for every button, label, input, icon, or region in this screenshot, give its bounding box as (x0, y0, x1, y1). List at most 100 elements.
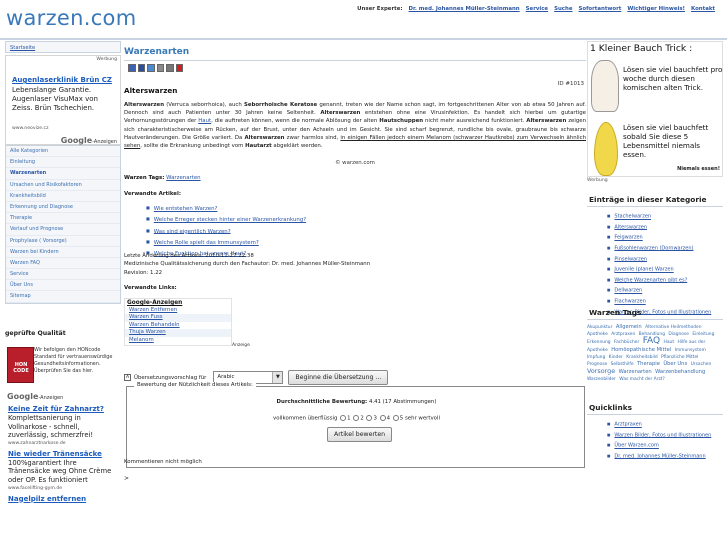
site-logo[interactable]: warzen.com (6, 6, 136, 30)
delicious-icon[interactable] (128, 64, 136, 72)
pdf-icon[interactable] (175, 64, 183, 72)
startseite-label[interactable]: Startseite (10, 45, 35, 51)
rating-radio[interactable] (379, 415, 386, 421)
tag-link[interactable]: Ursachen (691, 362, 712, 367)
sidebar-item[interactable]: Service (6, 269, 120, 281)
tag-link[interactable]: FAQ (643, 336, 660, 346)
ad-url[interactable]: www.facelifting-gym.de (5, 486, 121, 491)
tag-link[interactable]: Einleitung (692, 332, 714, 337)
nav-sofortantwort[interactable]: Sofortantwort (579, 6, 622, 12)
sidebar-item[interactable]: Über Uns (6, 280, 120, 292)
ad-url[interactable]: www.zahnarztnarkose.de (5, 441, 121, 446)
category-entry-link[interactable]: Pinselwarzen (614, 256, 647, 262)
category-entry-link[interactable]: Welche Warzenarten gibt es? (614, 277, 687, 283)
rating-radio[interactable] (353, 415, 360, 421)
sidebar-item[interactable]: Therapie (6, 213, 120, 225)
ad-title[interactable]: Augenlaserklinik Brün CZ (12, 76, 112, 84)
tag-link[interactable]: Diagnose (668, 332, 689, 337)
ad-title[interactable]: Nagelpilz entfernen (5, 495, 121, 504)
haut-link[interactable]: Haut (198, 118, 211, 124)
sidebar-item[interactable]: Verlauf und Prognose (6, 224, 120, 236)
tag-link[interactable]: Warzenbilder (587, 377, 616, 382)
sidebar-item[interactable]: Einleitung (6, 157, 120, 169)
category-entry-link[interactable]: Juvenile (plane) Warzen (614, 267, 673, 273)
facebook-icon[interactable] (137, 64, 145, 72)
ad-title[interactable]: Nie wieder Tränensäcke (5, 450, 121, 459)
tag-link[interactable]: Arztpraxen (611, 332, 635, 337)
nav-hinweis[interactable]: Wichtiger Hinweis! (627, 6, 685, 12)
tag-link[interactable]: Immunsystem (675, 348, 706, 353)
sidebar-item[interactable]: Alle Kategorien (6, 146, 120, 158)
sidebar-item[interactable]: Sitemap (6, 291, 120, 303)
category-entry-link[interactable]: Dellwarzen (614, 288, 642, 294)
category-entry-link[interactable]: Flachwarzen (614, 299, 645, 305)
related-link[interactable]: Wie entstehen Warzen? (154, 206, 218, 212)
category-entry-link[interactable]: Fußsohlenwarzen (Dornwarzen) (614, 245, 693, 251)
quicklink[interactable]: Arztpraxen (614, 422, 641, 428)
tag-link[interactable]: Homöopathische Mittel (611, 347, 671, 353)
google-ad-link[interactable]: Warzen Behandeln (125, 322, 231, 329)
tag-link[interactable]: Kinder (609, 355, 623, 360)
quicklink[interactable]: Über Warzen.com (614, 443, 658, 449)
print-icon[interactable] (156, 64, 164, 72)
tag-link[interactable]: Impfung (587, 355, 605, 360)
tag-link[interactable]: Warzenbehandlung (655, 369, 705, 375)
tag-link[interactable]: Haut (664, 340, 675, 345)
sidebar-item[interactable]: Warzen bei Kindern (6, 247, 120, 258)
google-ads-heading[interactable]: Google-Anzeigen (125, 299, 231, 307)
google-ads-label[interactable]: Google-Anzeigen (5, 392, 121, 401)
sidebar-item[interactable]: Erkennung und Diagnose (6, 202, 120, 214)
rate-article-button[interactable]: Artikel bewerten (327, 427, 393, 442)
related-link[interactable]: Welche Erreger stecken hinter einer Warz… (154, 217, 306, 223)
category-entry-link[interactable]: Stachelwarzen (614, 214, 651, 220)
related-link[interactable]: Welche Rolle spielt das Immunsystem? (154, 240, 259, 246)
google-ad-link[interactable]: Melanom (125, 337, 231, 344)
anzeigen-text: -Anzeigen (38, 395, 64, 401)
ad-augenlaser[interactable]: Werbung Augenlaserklinik Brün CZ Lebensl… (5, 55, 121, 145)
google-ads-label[interactable]: Google-Anzeigen (61, 136, 117, 145)
tag-link[interactable]: Krankheitsbild (626, 355, 657, 360)
sidebar-item[interactable]: Warzenarten (6, 168, 120, 180)
tag-link[interactable]: Alternative Heilmethoden (645, 325, 701, 330)
google-ad-link[interactable]: Warzen Entfernen (125, 307, 231, 314)
sidebar-item[interactable]: Warzen FAQ (6, 258, 120, 270)
google-ad-link[interactable]: Warzen Fuss (125, 314, 231, 322)
nav-kontakt[interactable]: Kontakt (691, 6, 715, 12)
google-ad-link[interactable]: Thuja Warzen (125, 329, 231, 337)
nav-expert-link[interactable]: Dr. med. Johannes Müller-Steinmann (409, 6, 520, 12)
honcode-text[interactable]: Wir befolgen den HONcode Standard für ve… (34, 347, 120, 375)
translate-button[interactable]: Beginne die Übersetzung ... (288, 370, 389, 385)
tag-link[interactable]: Über Uns (663, 361, 687, 367)
tag-link[interactable]: Was macht der Arzt? (619, 377, 665, 382)
startseite-link[interactable]: Startseite (5, 41, 121, 53)
sidebar-item[interactable]: Prophylaxe ( Vorsorge) (6, 236, 120, 247)
nav-service[interactable]: Service (526, 6, 548, 12)
tag-link[interactable]: Allgemein (616, 324, 642, 330)
ad-title[interactable]: Keine Zeit für Zahnarzt? (5, 405, 121, 414)
quicklink[interactable]: Warzen Bilder, Fotos und Illustrationen (614, 432, 711, 438)
ad-url[interactable]: www.neovize.cz (12, 126, 49, 131)
nav-suche[interactable]: Suche (554, 6, 572, 12)
bauch-trick-ad[interactable]: 1 Kleiner Bauch Trick : Lösen sie viel b… (587, 41, 723, 177)
honcode-badge[interactable]: HON CODE (7, 347, 34, 383)
bookmark-icon[interactable] (147, 64, 155, 72)
rating-radio[interactable] (392, 415, 399, 421)
print-icon[interactable] (166, 64, 174, 72)
rating-radio[interactable] (340, 415, 347, 421)
tag-link[interactable]: Apotheke (587, 332, 608, 337)
related-link[interactable]: Was sind eigentlich Warzen? (154, 228, 231, 234)
category-entry-link[interactable]: Feigwarzen (614, 235, 642, 241)
quicklink[interactable]: Dr. med. Johannes Müller-Steinmann (614, 453, 705, 459)
tag-link[interactable]: Therapie (637, 361, 660, 367)
tag-link[interactable]: Akupunktur (587, 325, 612, 330)
tag-link[interactable]: Warzenarten (166, 175, 200, 181)
sidebar-item[interactable]: Ursachen und Risikofaktoren (6, 180, 120, 191)
sidebar-item[interactable]: Krankheitsbild (6, 191, 120, 202)
tag-link[interactable]: Erkennung (587, 340, 611, 345)
tag-link[interactable]: Warzenarten (619, 369, 652, 375)
tag-link[interactable]: Fachbücher (614, 340, 639, 345)
tag-link[interactable]: Vorsorge (587, 367, 615, 375)
category-entry-link[interactable]: Alterswarzen (614, 224, 647, 230)
tag-link[interactable]: Pflanzliche Mittel (661, 355, 698, 360)
rating-radio[interactable] (366, 415, 373, 421)
